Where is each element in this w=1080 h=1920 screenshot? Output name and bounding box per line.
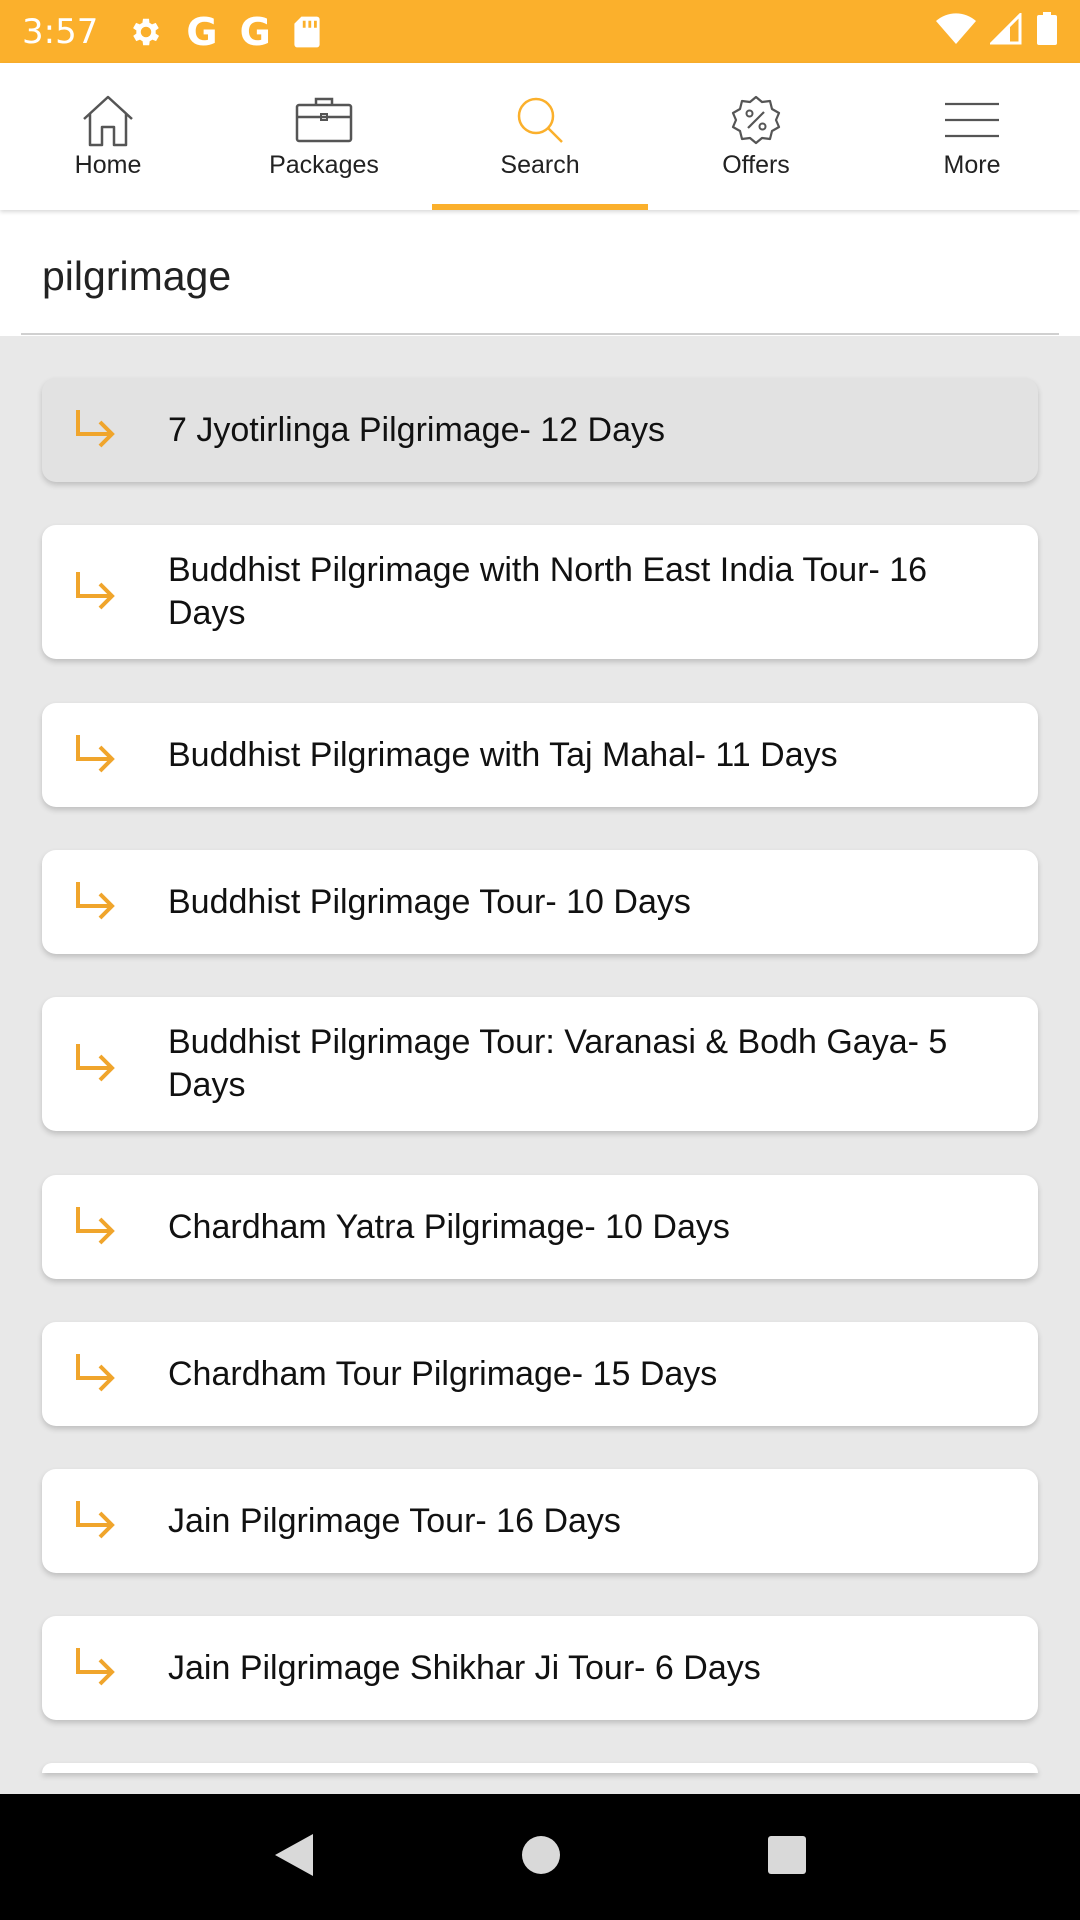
search-input[interactable] xyxy=(42,246,942,306)
result-label: Jain Pilgrimage Tour- 16 Days xyxy=(168,1501,621,1540)
result-item[interactable]: Buddhist Pilgrimage with North East Indi… xyxy=(42,525,1038,659)
settings-icon xyxy=(128,14,164,50)
result-label: Chardham Yatra Pilgrimage- 10 Days xyxy=(168,1207,730,1246)
google-icon: G xyxy=(239,9,271,54)
result-item[interactable]: 7 Jyotirlinga Pilgrimage- 12 Days xyxy=(42,378,1038,482)
result-label: 7 Jyotirlinga Pilgrimage- 12 Days xyxy=(168,410,665,449)
subdirectory-arrow-icon xyxy=(70,1040,118,1088)
nav-item-home[interactable]: Home xyxy=(0,63,216,210)
result-item[interactable]: Jain Pilgrimage Tour- 16 Days xyxy=(42,1469,1038,1573)
result-item[interactable]: Chardham Yatra Pilgrimage- 10 Days xyxy=(42,1175,1038,1279)
subdirectory-arrow-icon xyxy=(70,1203,118,1251)
result-label: Buddhist Pilgrimage Tour- 10 Days xyxy=(168,882,691,921)
status-system-icons xyxy=(936,11,1058,51)
battery-icon xyxy=(1036,12,1058,51)
nav-item-packages[interactable]: Packages xyxy=(216,63,432,210)
subdirectory-arrow-icon xyxy=(70,1644,118,1692)
status-time: 3:57 xyxy=(22,11,99,52)
home-circle-icon[interactable] xyxy=(520,1834,562,1881)
result-label: Chardham Tour Pilgrimage- 15 Days xyxy=(168,1354,718,1393)
status-bar: 3:57 G G xyxy=(0,0,1080,63)
result-item-partial[interactable] xyxy=(42,1763,1038,1773)
search-icon xyxy=(515,93,565,147)
nav-label-more: More xyxy=(943,151,1001,179)
nav-item-search[interactable]: Search xyxy=(432,63,648,210)
result-item[interactable]: Buddhist Pilgrimage Tour- 10 Days xyxy=(42,850,1038,954)
status-notification-icons: G G xyxy=(128,13,320,51)
google-icon: G xyxy=(186,9,218,54)
signal-icon xyxy=(988,11,1022,50)
nav-label-search: Search xyxy=(500,151,580,179)
nav-item-offers[interactable]: Offers xyxy=(648,63,864,210)
recents-icon[interactable] xyxy=(767,1835,807,1880)
subdirectory-arrow-icon xyxy=(70,406,118,454)
top-nav-bar: Home Packages Search Offers More xyxy=(0,63,1080,210)
subdirectory-arrow-icon xyxy=(70,1350,118,1398)
nav-label-packages: Packages xyxy=(269,151,379,179)
subdirectory-arrow-icon xyxy=(70,1497,118,1545)
home-icon xyxy=(78,93,138,147)
result-item[interactable]: Chardham Tour Pilgrimage- 15 Days xyxy=(42,1322,1038,1426)
menu-icon xyxy=(943,93,1001,147)
system-nav-bar xyxy=(0,1794,1080,1920)
result-label: Buddhist Pilgrimage with North East Indi… xyxy=(168,551,928,632)
search-underline xyxy=(21,333,1059,335)
search-bar xyxy=(0,210,1080,336)
sd-card-icon xyxy=(293,15,321,49)
nav-item-more[interactable]: More xyxy=(864,63,1080,210)
result-item[interactable]: Buddhist Pilgrimage Tour: Varanasi & Bod… xyxy=(42,997,1038,1131)
wifi-icon xyxy=(936,13,976,50)
subdirectory-arrow-icon xyxy=(70,568,118,616)
result-label: Jain Pilgrimage Shikhar Ji Tour- 6 Days xyxy=(168,1648,761,1687)
discount-badge-icon xyxy=(730,93,782,147)
result-item[interactable]: Jain Pilgrimage Shikhar Ji Tour- 6 Days xyxy=(42,1616,1038,1720)
result-label: Buddhist Pilgrimage Tour: Varanasi & Bod… xyxy=(168,1023,948,1104)
result-label: Buddhist Pilgrimage with Taj Mahal- 11 D… xyxy=(168,735,838,774)
briefcase-icon xyxy=(294,93,354,147)
nav-label-home: Home xyxy=(74,151,142,179)
back-icon[interactable] xyxy=(273,1832,315,1883)
nav-label-offers: Offers xyxy=(722,151,790,179)
subdirectory-arrow-icon xyxy=(70,878,118,926)
result-item[interactable]: Buddhist Pilgrimage with Taj Mahal- 11 D… xyxy=(42,703,1038,807)
subdirectory-arrow-icon xyxy=(70,731,118,779)
